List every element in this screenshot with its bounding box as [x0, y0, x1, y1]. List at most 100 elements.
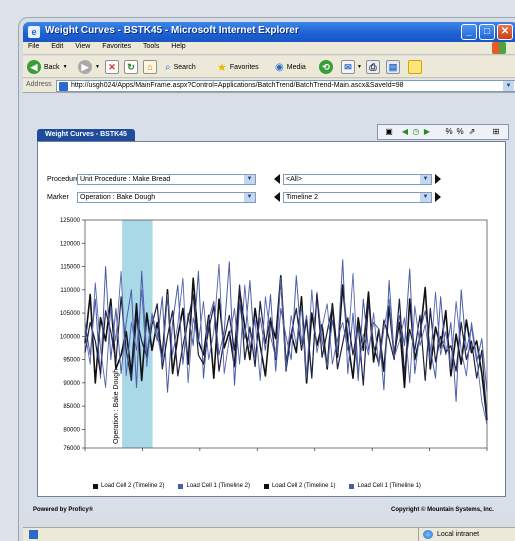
- timeline-value: Timeline 2: [286, 194, 319, 201]
- forward-arrow-icon: ▶: [78, 60, 92, 74]
- print-button[interactable]: ⎙: [366, 59, 380, 75]
- security-zone: Local intranet: [418, 528, 515, 541]
- back-label: Back: [44, 63, 60, 71]
- procedure-select[interactable]: Unit Procedure : Make Bread ▼: [77, 174, 256, 185]
- menu-edit[interactable]: Edit: [46, 42, 68, 50]
- weight-curves-chart: 76000 80000 85000 90000 95000 100000 105000 110…: [60, 218, 488, 452]
- address-url: http://usgh024/Apps/MainFrame.aspx?Contr…: [71, 82, 404, 89]
- toolbar: ◀ Back ▼ ▶ ▼ ✕ ↻ ⌂ ⌕ Search ★ Favorites …: [23, 56, 515, 78]
- status-bar: Local intranet: [23, 527, 515, 541]
- page-content: ▣ ◀ ◷ ▶ % % ⇗ ⊞ Weight Curves - BSTK45 P…: [23, 94, 515, 519]
- marker-label: Marker: [47, 194, 69, 201]
- browser-window: e Weight Curves - BSTK45 - Microsoft Int…: [18, 17, 515, 541]
- history-icon: ⟲: [319, 60, 333, 74]
- procedure-dropdown-icon: ▼: [244, 175, 255, 184]
- y-tick-label: 105000: [60, 311, 81, 317]
- mail-icon: ✉: [341, 60, 355, 74]
- mail-dropdown-icon: ▼: [357, 64, 362, 70]
- home-button[interactable]: ⌂: [143, 59, 157, 75]
- procedure-label: Procedure: [47, 176, 80, 183]
- legend-swatch: [263, 483, 269, 489]
- filter-dropdown-icon: ▼: [420, 175, 431, 184]
- close-button[interactable]: ✕: [497, 24, 513, 40]
- refresh-chart-icon[interactable]: ▣: [384, 127, 394, 137]
- title-bar: e Weight Curves - BSTK45 - Microsoft Int…: [23, 22, 515, 42]
- home-icon: ⌂: [143, 60, 157, 74]
- messenger-icon: [408, 60, 422, 74]
- procedure-prev-icon[interactable]: [274, 174, 280, 184]
- media-icon: ◉: [275, 61, 284, 73]
- print-icon: ⎙: [366, 60, 380, 74]
- back-button[interactable]: ◀ Back ▼: [27, 59, 68, 75]
- back-arrow-icon: ◀: [27, 60, 41, 74]
- media-button[interactable]: ◉ Media: [275, 59, 306, 75]
- percent-icon[interactable]: %: [444, 127, 454, 137]
- forward-dropdown-icon: ▼: [95, 64, 100, 70]
- messenger-button[interactable]: [408, 59, 422, 75]
- marker-value: Operation : Bake Dough: [80, 194, 156, 201]
- chart-legend: Load Cell 2 (Timeline 2) Load Cell 1 (Ti…: [93, 483, 513, 489]
- menu-help[interactable]: Help: [166, 42, 190, 50]
- filter-select[interactable]: <All> ▼: [283, 174, 432, 185]
- legend-label: Load Cell 2 (Timeline 1): [271, 483, 336, 489]
- legend-swatch: [349, 483, 355, 489]
- stop-icon: ✕: [105, 60, 119, 74]
- menu-favorites[interactable]: Favorites: [97, 42, 136, 50]
- window-title: Weight Curves - BSTK45 - Microsoft Inter…: [45, 25, 299, 36]
- legend-label: Load Cell 1 (Timeline 1): [357, 483, 421, 489]
- y-tick-label: 125000: [60, 218, 81, 224]
- address-bar: Address http://usgh024/Apps/MainFrame.as…: [23, 79, 515, 93]
- powered-by: Powered by Proficy®: [33, 507, 94, 513]
- y-tick-label: 110000: [60, 288, 80, 294]
- history-button[interactable]: ⟲: [319, 59, 333, 75]
- address-label: Address: [26, 81, 52, 88]
- favorites-label: Favorites: [229, 63, 259, 71]
- y-tick-label: 80000: [63, 427, 80, 433]
- address-field[interactable]: http://usgh024/Apps/MainFrame.aspx?Contr…: [56, 80, 515, 92]
- y-tick-label: 95000: [63, 358, 80, 364]
- menu-file[interactable]: File: [23, 42, 44, 50]
- marker-prev-icon[interactable]: [274, 192, 280, 202]
- export-icon[interactable]: ⇗: [467, 127, 477, 137]
- media-label: Media: [286, 63, 306, 71]
- menu-view[interactable]: View: [70, 42, 95, 50]
- procedure-next-icon[interactable]: [435, 174, 441, 184]
- minimize-button[interactable]: _: [461, 24, 477, 40]
- y-tick-label: 90000: [63, 381, 80, 387]
- favorites-button[interactable]: ★ Favorites: [217, 59, 259, 75]
- refresh-icon: ↻: [124, 60, 138, 74]
- filter-value: <All>: [286, 176, 302, 183]
- marker-select[interactable]: Operation : Bake Dough ▼: [77, 192, 256, 203]
- stop-button[interactable]: ✕: [105, 59, 119, 75]
- step-forward-icon[interactable]: ▶: [422, 127, 432, 137]
- edit-button[interactable]: ▤: [386, 59, 400, 75]
- legend-item: Load Cell 2 (Timeline 1): [263, 483, 336, 489]
- properties-icon[interactable]: ⊞: [491, 127, 501, 137]
- procedure-value: Unit Procedure : Make Bread: [80, 176, 171, 183]
- legend-item: Load Cell 1 (Timeline 2): [178, 483, 250, 489]
- menu-bar: File Edit View Favorites Tools Help: [23, 42, 515, 55]
- forward-button[interactable]: ▶ ▼: [78, 59, 100, 75]
- ie-icon: e: [28, 26, 40, 38]
- step-back-icon[interactable]: ◀: [400, 127, 410, 137]
- search-button[interactable]: ⌕ Search: [165, 59, 196, 75]
- percent-alt-icon[interactable]: %: [455, 127, 465, 137]
- legend-label: Load Cell 2 (Timeline 2): [101, 483, 165, 489]
- copyright: Copyright © Mountain Systems, Inc.: [391, 507, 494, 513]
- chart-toolbar: ▣ ◀ ◷ ▶ % % ⇗ ⊞: [377, 124, 509, 140]
- edit-page-icon: ▤: [386, 60, 400, 74]
- refresh-button[interactable]: ↻: [124, 59, 138, 75]
- back-dropdown-icon: ▼: [62, 64, 68, 70]
- maximize-button[interactable]: □: [479, 24, 495, 40]
- clock-icon[interactable]: ◷: [411, 127, 421, 137]
- marker-dropdown-icon: ▼: [244, 193, 255, 202]
- search-icon: ⌕: [165, 61, 171, 73]
- address-dropdown-icon[interactable]: ▼: [503, 81, 514, 91]
- timeline-dropdown-icon: ▼: [420, 193, 431, 202]
- y-tick-label: 85000: [63, 404, 80, 410]
- menu-tools[interactable]: Tools: [138, 42, 164, 50]
- marker-next-icon[interactable]: [435, 192, 441, 202]
- timeline-select[interactable]: Timeline 2 ▼: [283, 192, 432, 203]
- zone-label: Local intranet: [437, 531, 480, 538]
- mail-button[interactable]: ✉ ▼: [341, 59, 362, 75]
